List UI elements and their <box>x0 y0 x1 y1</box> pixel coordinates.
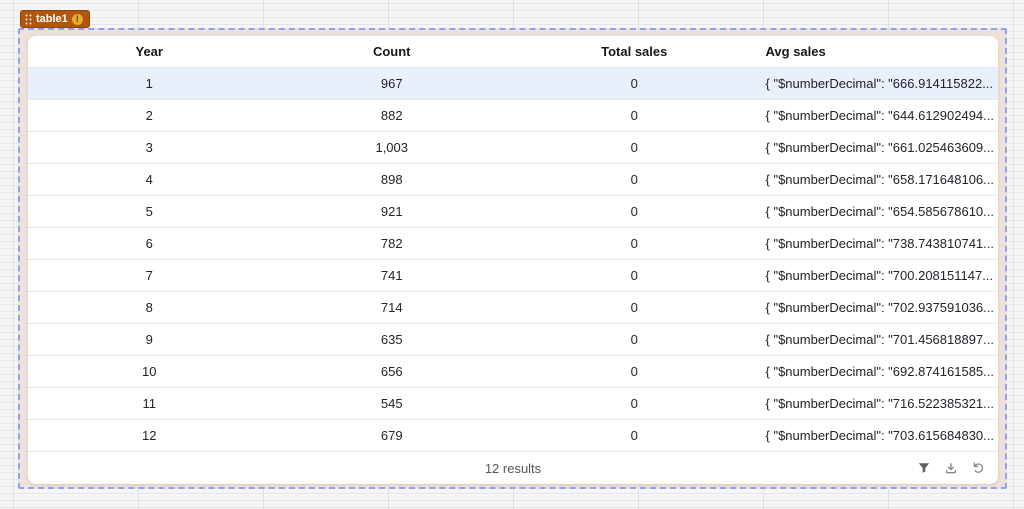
cell-total_sales: 0 <box>630 268 638 283</box>
column-header-avg_sales[interactable]: Avg sales <box>756 36 999 67</box>
cell-avg_sales: { "$numberDecimal": "658.171648106... <box>765 172 995 187</box>
footer-toolbar <box>916 460 986 476</box>
cell-avg_sales: { "$numberDecimal": "692.874161585... <box>765 364 995 379</box>
cell-avg_sales: { "$numberDecimal": "654.585678610... <box>765 204 995 219</box>
table-footer: 12 results <box>28 452 998 484</box>
cell-total_sales: 0 <box>630 332 638 347</box>
cell-total_sales: 0 <box>630 172 638 187</box>
column-header-total_sales[interactable]: Total sales <box>513 36 756 67</box>
table-row[interactable]: 1 967 0 { "$numberDecimal": "666.914115822.… <box>28 68 998 100</box>
cell-total_sales: 0 <box>630 236 638 251</box>
cell-avg_sales: { "$numberDecimal": "738.743810741... <box>765 236 995 251</box>
cell-count: 679 <box>380 428 403 443</box>
cell-count: 1,003 <box>375 140 409 155</box>
cell-avg_sales: { "$numberDecimal": "716.522385321... <box>765 396 995 411</box>
cell-avg_sales: { "$numberDecimal": "666.914115822... <box>765 76 994 91</box>
cell-avg_sales: { "$numberDecimal": "701.456818897... <box>765 332 995 347</box>
download-icon[interactable] <box>943 460 959 476</box>
cell-year: 4 <box>145 172 153 187</box>
cell-year: 10 <box>142 364 157 379</box>
table-row[interactable]: 2 882 0 { "$numberDecimal": "644.612902494.… <box>28 100 998 132</box>
table-row[interactable]: 5 921 0 { "$numberDecimal": "654.585678610.… <box>28 196 998 228</box>
table-row[interactable]: 12 679 0 { "$numberDecimal": "703.615684830… <box>28 420 998 452</box>
cell-count: 635 <box>380 332 403 347</box>
cell-avg_sales: { "$numberDecimal": "703.615684830... <box>765 428 995 443</box>
cell-total_sales: 0 <box>630 76 638 91</box>
cell-count: 921 <box>380 204 403 219</box>
cell-year: 5 <box>145 204 153 219</box>
refresh-icon[interactable] <box>970 460 986 476</box>
table-row[interactable]: 3 1,003 0 { "$numberDecimal": "661.02546360… <box>28 132 998 164</box>
warning-icon[interactable]: ! <box>71 13 83 25</box>
cell-year: 8 <box>145 300 153 315</box>
table-row[interactable]: 8 714 0 { "$numberDecimal": "702.937591036.… <box>28 292 998 324</box>
cell-count: 898 <box>380 172 403 187</box>
table-header-row: Year Count Total sales Avg sales <box>28 36 998 68</box>
cell-count: 967 <box>380 76 403 91</box>
cell-year: 2 <box>145 108 153 123</box>
cell-year: 3 <box>145 140 153 155</box>
filter-icon[interactable] <box>916 460 932 476</box>
cell-year: 12 <box>142 428 157 443</box>
cell-year: 7 <box>145 268 153 283</box>
cell-count: 656 <box>380 364 403 379</box>
cell-total_sales: 0 <box>630 364 638 379</box>
cell-avg_sales: { "$numberDecimal": "702.937591036... <box>765 300 995 315</box>
column-header-count[interactable]: Count <box>271 36 514 67</box>
widget-badge-label: table1 <box>36 13 68 25</box>
table-row[interactable]: 9 635 0 { "$numberDecimal": "701.456818897.… <box>28 324 998 356</box>
cell-total_sales: 0 <box>630 204 638 219</box>
cell-count: 782 <box>380 236 403 251</box>
cell-total_sales: 0 <box>630 140 638 155</box>
cell-count: 741 <box>380 268 403 283</box>
cell-total_sales: 0 <box>630 108 638 123</box>
cell-year: 11 <box>142 396 157 411</box>
cell-count: 714 <box>380 300 403 315</box>
cell-total_sales: 0 <box>630 428 638 443</box>
widget-badge[interactable]: table1 ! <box>20 10 90 28</box>
cell-total_sales: 0 <box>630 396 638 411</box>
table-row[interactable]: 4 898 0 { "$numberDecimal": "658.171648106.… <box>28 164 998 196</box>
table-row[interactable]: 6 782 0 { "$numberDecimal": "738.743810741.… <box>28 228 998 260</box>
cell-count: 545 <box>380 396 403 411</box>
cell-count: 882 <box>380 108 403 123</box>
results-count: 12 results <box>484 460 542 476</box>
cell-total_sales: 0 <box>630 300 638 315</box>
table-row[interactable]: 11 545 0 { "$numberDecimal": "716.522385321… <box>28 388 998 420</box>
column-header-year[interactable]: Year <box>28 36 271 67</box>
cell-year: 1 <box>145 76 153 91</box>
cell-avg_sales: { "$numberDecimal": "644.612902494... <box>765 108 995 123</box>
drag-handle-icon[interactable] <box>25 14 32 25</box>
cell-year: 6 <box>145 236 153 251</box>
table-row[interactable]: 7 741 0 { "$numberDecimal": "700.208151147.… <box>28 260 998 292</box>
table-widget: Year Count Total sales Avg sales 1 967 0{ "$n… <box>28 36 998 484</box>
table-body: 1 967 0{ "$numberDecimal": "666.914115822.… <box>28 68 998 452</box>
cell-avg_sales: { "$numberDecimal": "661.025463609... <box>765 140 995 155</box>
cell-year: 9 <box>145 332 153 347</box>
table-row[interactable]: 10 656 0 { "$numberDecimal": "692.874161585… <box>28 356 998 388</box>
cell-avg_sales: { "$numberDecimal": "700.208151147... <box>765 268 994 283</box>
